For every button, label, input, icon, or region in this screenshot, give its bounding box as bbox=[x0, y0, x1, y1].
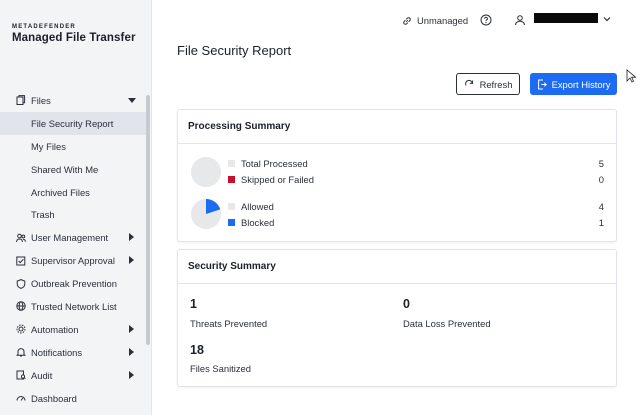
approval-icon bbox=[16, 256, 26, 266]
sidebar-item-label: Supervisor Approval bbox=[31, 255, 115, 267]
legend-swatch bbox=[228, 219, 235, 226]
legend-allowed: Allowed bbox=[228, 201, 274, 212]
security-summary-card: Security Summary 1 Threats Prevented 0 D… bbox=[177, 249, 617, 387]
legend-label: Total Processed bbox=[241, 158, 308, 169]
sidebar: METADEFENDER Managed File Transfer Files… bbox=[0, 0, 152, 415]
sidebar-item-archived-files[interactable]: Archived Files bbox=[0, 181, 146, 204]
allowed-blocked-pie-chart bbox=[191, 199, 221, 229]
legend-swatch bbox=[228, 203, 235, 210]
threats-prevented-value: 1 bbox=[190, 297, 197, 311]
processing-summary-card: Processing Summary Total Processed 5 Ski… bbox=[177, 109, 617, 242]
shield-icon bbox=[16, 278, 26, 289]
export-file-icon bbox=[537, 79, 547, 89]
legend-blocked: Blocked bbox=[228, 217, 274, 228]
user-icon[interactable] bbox=[514, 14, 526, 26]
brand-top-text: METADEFENDER bbox=[12, 24, 76, 30]
unmanaged-label: Unmanaged bbox=[417, 15, 469, 26]
threats-prevented-label: Threats Prevented bbox=[190, 318, 268, 329]
chevron-right-icon bbox=[129, 233, 134, 242]
sidebar-item-label: User Management bbox=[31, 232, 109, 244]
export-history-label: Export History bbox=[551, 78, 611, 90]
legend-swatch bbox=[228, 176, 235, 183]
refresh-label: Refresh bbox=[479, 78, 513, 90]
files-sanitized-value: 18 bbox=[190, 343, 204, 357]
brand-logo: METADEFENDER Managed File Transfer bbox=[12, 24, 136, 44]
sidebar-item-user-management[interactable]: User Management bbox=[0, 226, 146, 249]
files-icon bbox=[16, 95, 26, 106]
security-summary-title: Security Summary bbox=[178, 250, 616, 284]
sidebar-item-label: Automation bbox=[31, 323, 79, 335]
files-sanitized-label: Files Sanitized bbox=[190, 363, 251, 374]
total-processed-value: 5 bbox=[598, 158, 604, 169]
sidebar-item-notifications[interactable]: Notifications bbox=[0, 341, 146, 364]
dashboard-icon bbox=[16, 393, 26, 403]
brand-main-text: Managed File Transfer bbox=[12, 32, 136, 44]
legend-swatch bbox=[228, 160, 235, 167]
sidebar-item-files[interactable]: Files bbox=[0, 89, 146, 112]
username-redacted[interactable] bbox=[534, 13, 598, 23]
chevron-down-icon bbox=[128, 98, 136, 103]
sidebar-item-label: My Files bbox=[31, 140, 66, 152]
bell-icon bbox=[16, 347, 26, 357]
sidebar-item-label: Outbreak Prevention bbox=[31, 278, 117, 290]
link-icon bbox=[403, 16, 411, 25]
chevron-down-icon[interactable] bbox=[603, 16, 611, 22]
sidebar-item-dashboard[interactable]: Dashboard bbox=[0, 387, 146, 410]
sidebar-item-file-security-report[interactable]: File Security Report bbox=[0, 111, 146, 135]
sidebar-item-my-files[interactable]: My Files bbox=[0, 135, 146, 158]
data-loss-prevented-label: Data Loss Prevented bbox=[403, 318, 491, 329]
sidebar-item-trash[interactable]: Trash bbox=[0, 203, 146, 226]
chevron-right-icon bbox=[129, 324, 134, 333]
processed-pie-chart bbox=[191, 157, 221, 187]
page-title: File Security Report bbox=[177, 43, 292, 58]
legend-total-processed: Total Processed bbox=[228, 158, 308, 169]
sidebar-item-label: Audit bbox=[31, 369, 53, 381]
mouse-cursor-icon bbox=[626, 69, 636, 83]
refresh-icon bbox=[464, 79, 473, 86]
refresh-button[interactable]: Refresh bbox=[456, 73, 520, 95]
legend-skipped-or-failed: Skipped or Failed bbox=[228, 174, 314, 185]
sidebar-item-automation[interactable]: Automation bbox=[0, 318, 146, 341]
processing-summary-title: Processing Summary bbox=[178, 110, 616, 144]
sidebar-item-label: Trash bbox=[31, 209, 55, 221]
sidebar-item-supervisor-approval[interactable]: Supervisor Approval bbox=[0, 249, 146, 272]
sidebar-scrollbar[interactable] bbox=[146, 95, 150, 345]
sidebar-item-label: Archived Files bbox=[31, 186, 90, 198]
sidebar-item-label: File Security Report bbox=[31, 117, 114, 129]
blocked-value: 1 bbox=[598, 217, 604, 228]
sidebar-item-trusted-network-list[interactable]: Trusted Network List bbox=[0, 295, 146, 318]
automation-icon bbox=[16, 324, 26, 334]
top-bar: Unmanaged bbox=[152, 0, 640, 40]
sidebar-item-label: Trusted Network List bbox=[31, 300, 117, 312]
legend-label: Skipped or Failed bbox=[241, 174, 314, 185]
sidebar-item-label: Shared With Me bbox=[31, 163, 99, 175]
sidebar-item-label: Files bbox=[31, 94, 51, 106]
globe-icon bbox=[16, 301, 26, 312]
sidebar-item-shared-with-me[interactable]: Shared With Me bbox=[0, 158, 146, 181]
skipped-or-failed-value: 0 bbox=[598, 174, 604, 185]
sidebar-item-label: Dashboard bbox=[31, 392, 77, 404]
unmanaged-status[interactable]: Unmanaged bbox=[402, 15, 468, 26]
chevron-right-icon bbox=[129, 256, 134, 265]
help-circle-icon[interactable] bbox=[480, 14, 492, 26]
sidebar-nav: Files File Security Report My Files Shar… bbox=[0, 89, 146, 409]
export-history-button[interactable]: Export History bbox=[530, 73, 617, 95]
sidebar-item-outbreak-prevention[interactable]: Outbreak Prevention bbox=[0, 272, 146, 295]
chevron-right-icon bbox=[129, 347, 134, 356]
audit-icon bbox=[16, 370, 26, 380]
legend-label: Blocked bbox=[241, 217, 275, 228]
sidebar-item-audit[interactable]: Audit bbox=[0, 364, 146, 387]
legend-label: Allowed bbox=[241, 201, 274, 212]
sidebar-item-label: Notifications bbox=[31, 346, 83, 358]
chevron-right-icon bbox=[129, 370, 134, 379]
allowed-value: 4 bbox=[598, 201, 604, 212]
users-icon bbox=[16, 233, 26, 243]
data-loss-prevented-value: 0 bbox=[403, 297, 410, 311]
